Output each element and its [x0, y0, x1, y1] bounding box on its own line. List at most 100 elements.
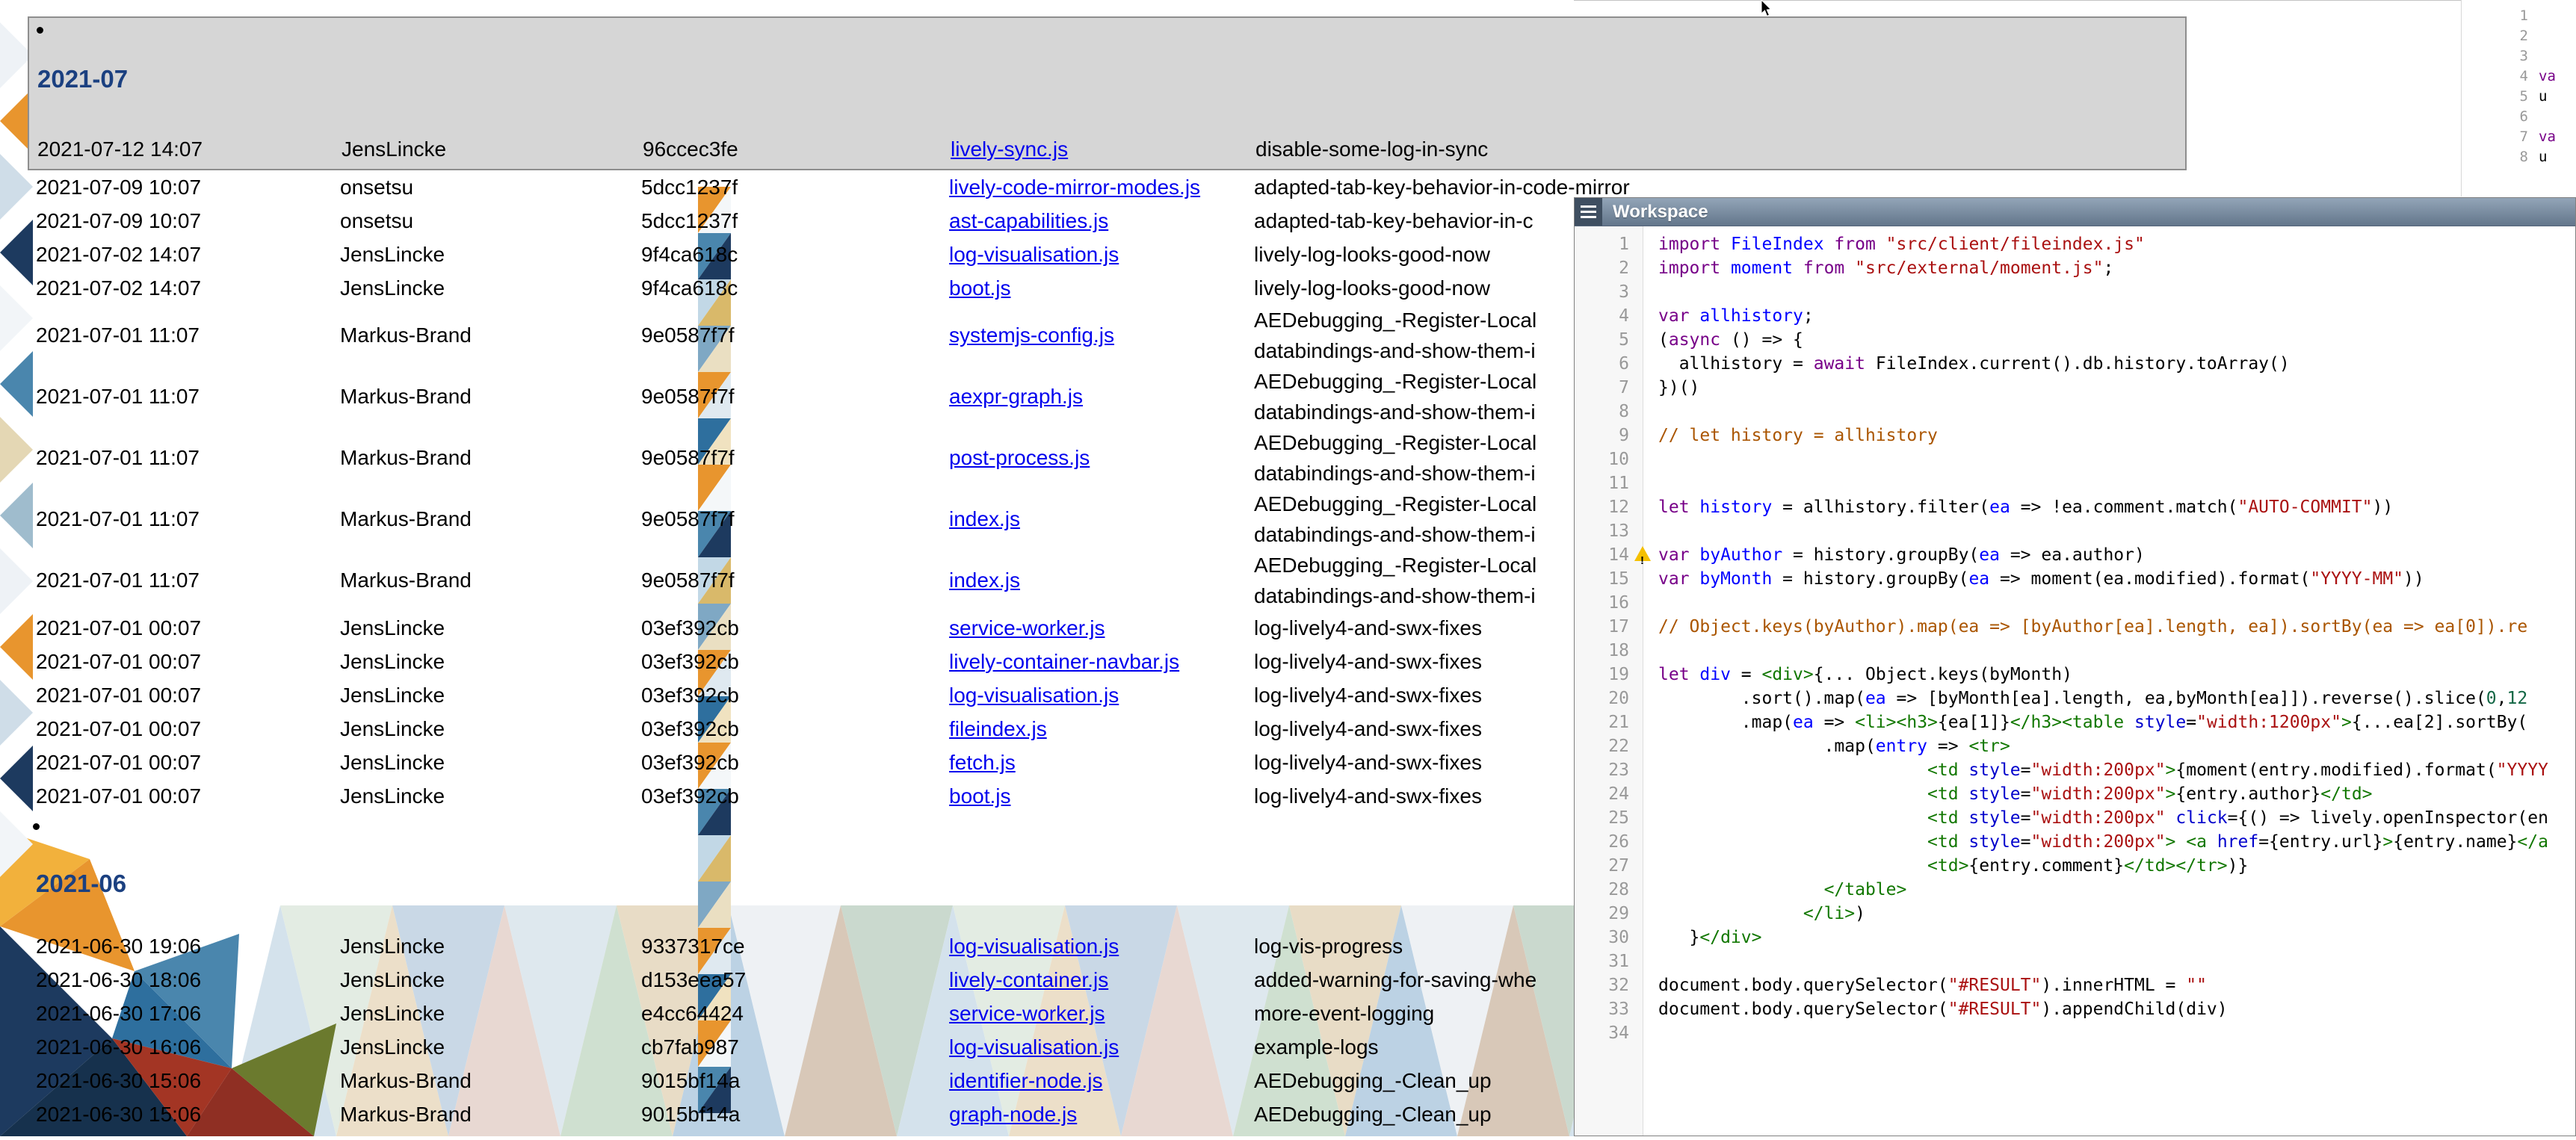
- window-menu-icon[interactable]: [1575, 198, 1602, 226]
- commit-hash[interactable]: 03ef392cb: [641, 784, 949, 808]
- code-line[interactable]: 13: [1575, 519, 2575, 543]
- code-line[interactable]: 22 .map(entry => <tr>: [1575, 734, 2575, 758]
- code-line[interactable]: 18: [1575, 639, 2575, 663]
- code-line[interactable]: 10: [1575, 447, 2575, 471]
- code-line[interactable]: 31: [1575, 950, 2575, 973]
- code-token: div: [1699, 665, 1731, 684]
- commit-hash[interactable]: 9e0587f7f: [641, 507, 949, 531]
- commit-author: Markus-Brand: [340, 507, 641, 531]
- code-line[interactable]: 3: [1575, 280, 2575, 304]
- commit-hash[interactable]: 5dcc1237f: [641, 209, 949, 233]
- background-code-editor[interactable]: 1234va5u67va8u: [2461, 0, 2576, 196]
- code-token: {ea[1]}: [1938, 713, 2010, 732]
- file-link[interactable]: lively-container.js: [949, 968, 1108, 991]
- line-number: 31: [1575, 950, 1643, 973]
- file-link[interactable]: post-process.js: [949, 446, 1090, 469]
- commit-hash[interactable]: 96ccec3fe: [643, 137, 951, 161]
- file-link[interactable]: lively-sync.js: [951, 137, 1068, 161]
- code-text: document.body.querySelector("#RESULT").a…: [1643, 997, 2228, 1021]
- commit-hash[interactable]: 5dcc1237f: [641, 176, 949, 199]
- commit-hash[interactable]: 9015bf14a: [641, 1069, 949, 1093]
- commit-hash[interactable]: cb7fab987: [641, 1035, 949, 1059]
- code-line[interactable]: 21 .map(ea => <li><h3>{ea[1]}</h3><table…: [1575, 710, 2575, 734]
- file-link[interactable]: systemjs-config.js: [949, 323, 1114, 347]
- file-link[interactable]: fetch.js: [949, 751, 1016, 774]
- code-line[interactable]: 24 <td style="width:200px">{entry.author…: [1575, 782, 2575, 806]
- code-line[interactable]: 33document.body.querySelector("#RESULT")…: [1575, 997, 2575, 1021]
- code-token: =: [1731, 665, 1762, 684]
- code-line[interactable]: 27 <td>{entry.comment}</td></tr>)}: [1575, 854, 2575, 878]
- commit-author: JensLincke: [340, 243, 641, 267]
- file-cell: lively-container.js: [949, 968, 1254, 992]
- commit-date: 2021-06-30 19:06: [36, 935, 340, 958]
- line-number: 1: [2462, 6, 2528, 26]
- commit-hash[interactable]: 9f4ca618c: [641, 276, 949, 300]
- code-token: <div>: [1761, 665, 1813, 684]
- file-link[interactable]: boot.js: [949, 784, 1011, 808]
- commit-hash[interactable]: e4cc64424: [641, 1002, 949, 1026]
- commit-hash[interactable]: 9f4ca618c: [641, 243, 949, 267]
- code-text: var byMonth = history.groupBy(ea => mome…: [1643, 567, 2424, 591]
- code-line[interactable]: 14!var byAuthor = history.groupBy(ea => …: [1575, 543, 2575, 567]
- commit-hash[interactable]: 03ef392cb: [641, 751, 949, 775]
- code-line[interactable]: 9// let history = allhistory: [1575, 424, 2575, 447]
- commit-hash[interactable]: 9e0587f7f: [641, 323, 949, 347]
- code-line[interactable]: 19let div = <div>{... Object.keys(byMont…: [1575, 663, 2575, 687]
- file-link[interactable]: boot.js: [949, 276, 1011, 300]
- code-line[interactable]: 1import FileIndex from "src/client/filei…: [1575, 232, 2575, 256]
- code-line[interactable]: 17// Object.keys(byAuthor).map(ea => [by…: [1575, 615, 2575, 639]
- code-line[interactable]: 7})(): [1575, 376, 2575, 400]
- file-link[interactable]: service-worker.js: [949, 1002, 1105, 1025]
- code-line[interactable]: 26 <td style="width:200px"> <a href={ent…: [1575, 830, 2575, 854]
- commit-hash[interactable]: 03ef392cb: [641, 717, 949, 741]
- file-link[interactable]: identifier-node.js: [949, 1069, 1102, 1092]
- file-link[interactable]: ast-capabilities.js: [949, 209, 1108, 232]
- commit-hash[interactable]: 03ef392cb: [641, 650, 949, 674]
- commit-hash[interactable]: 9015bf14a: [641, 1103, 949, 1127]
- commit-hash[interactable]: 03ef392cb: [641, 684, 949, 707]
- file-link[interactable]: graph-node.js: [949, 1103, 1077, 1126]
- code-text: u: [2528, 87, 2547, 107]
- code-line[interactable]: 30 }</div>: [1575, 926, 2575, 950]
- commit-hash[interactable]: d153eea57: [641, 968, 949, 992]
- code-line[interactable]: 29 </li>): [1575, 902, 2575, 926]
- code-line[interactable]: 8: [1575, 400, 2575, 424]
- code-token: [1658, 856, 1927, 876]
- code-line[interactable]: 15var byMonth = history.groupBy(ea => mo…: [1575, 567, 2575, 591]
- code-line[interactable]: 5(async () => {: [1575, 328, 2575, 352]
- list-bullet: [33, 823, 40, 830]
- code-line[interactable]: 20 .sort().map(ea => [byMonth[ea].length…: [1575, 687, 2575, 710]
- file-link[interactable]: index.js: [949, 507, 1020, 530]
- file-link[interactable]: index.js: [949, 569, 1020, 592]
- commit-hash[interactable]: 9e0587f7f: [641, 569, 949, 592]
- file-link[interactable]: lively-code-mirror-modes.js: [949, 176, 1200, 199]
- code-line[interactable]: 32document.body.querySelector("#RESULT")…: [1575, 973, 2575, 997]
- file-link[interactable]: log-visualisation.js: [949, 935, 1119, 958]
- file-link[interactable]: log-visualisation.js: [949, 1035, 1119, 1059]
- file-link[interactable]: service-worker.js: [949, 616, 1105, 639]
- file-cell: log-visualisation.js: [949, 1035, 1254, 1059]
- code-line[interactable]: 4var allhistory;: [1575, 304, 2575, 328]
- code-line[interactable]: 16: [1575, 591, 2575, 615]
- code-text: .map(ea => <li><h3>{ea[1]}</h3><table st…: [1643, 710, 2527, 734]
- code-editor[interactable]: 1import FileIndex from "src/client/filei…: [1575, 226, 2575, 1136]
- code-line[interactable]: 28 </table>: [1575, 878, 2575, 902]
- code-line[interactable]: 11: [1575, 471, 2575, 495]
- file-link[interactable]: log-visualisation.js: [949, 243, 1119, 266]
- file-link[interactable]: lively-container-navbar.js: [949, 650, 1179, 673]
- file-link[interactable]: log-visualisation.js: [949, 684, 1119, 707]
- code-line[interactable]: 23 <td style="width:200px">{moment(entry…: [1575, 758, 2575, 782]
- code-token: }: [1658, 928, 1699, 947]
- file-link[interactable]: aexpr-graph.js: [949, 385, 1083, 408]
- commit-hash[interactable]: 9e0587f7f: [641, 385, 949, 409]
- workspace-titlebar[interactable]: Workspace: [1575, 198, 2575, 226]
- commit-hash[interactable]: 9337317ce: [641, 935, 949, 958]
- code-line[interactable]: 2import moment from "src/external/moment…: [1575, 256, 2575, 280]
- code-line[interactable]: 12let history = allhistory.filter(ea => …: [1575, 495, 2575, 519]
- code-line[interactable]: 34: [1575, 1021, 2575, 1045]
- commit-hash[interactable]: 9e0587f7f: [641, 446, 949, 470]
- code-line[interactable]: 6 allhistory = await FileIndex.current()…: [1575, 352, 2575, 376]
- code-line[interactable]: 25 <td style="width:200px" click={() => …: [1575, 806, 2575, 830]
- commit-hash[interactable]: 03ef392cb: [641, 616, 949, 640]
- file-link[interactable]: fileindex.js: [949, 717, 1047, 740]
